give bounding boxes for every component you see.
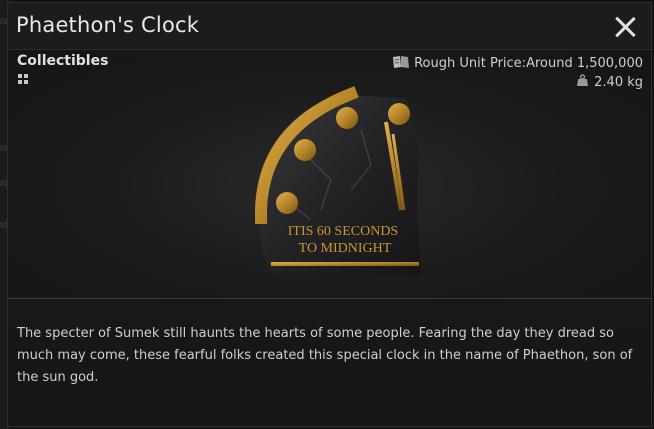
weight-icon <box>577 74 589 86</box>
close-icon[interactable] <box>613 15 637 39</box>
rough-unit-price: Rough Unit Price:Around 1,500,000 <box>392 55 643 71</box>
weight-text: 2.40 kg <box>594 75 643 90</box>
clock-stud <box>388 103 410 125</box>
clock-stud <box>336 107 358 129</box>
item-info-window: Phaethon's Clock ITIS 60 SECONDS TO MIDN… <box>7 2 652 427</box>
window-title: Phaethon's Clock <box>16 13 200 37</box>
item-description: The specter of Sumek still haunts the he… <box>17 326 633 385</box>
window-header: Phaethon's Clock <box>8 3 651 50</box>
divider <box>8 298 651 299</box>
item-category: Collectibles <box>17 53 109 69</box>
price-text: Rough Unit Price:Around 1,500,000 <box>414 56 643 71</box>
base-plate <box>271 262 419 266</box>
inscription-line-1: ITIS 60 SECONDS <box>288 224 398 239</box>
item-image: ITIS 60 SECONDS TO MIDNIGHT <box>254 86 421 275</box>
clock-stud <box>294 139 316 161</box>
book-icon <box>393 56 410 68</box>
item-weight: 2.40 kg <box>576 74 643 90</box>
inscription-line-2: TO MIDNIGHT <box>299 241 392 256</box>
clock-stud <box>276 192 298 214</box>
grid-icon <box>18 74 28 84</box>
item-image-area: ITIS 60 SECONDS TO MIDNIGHT <box>8 50 651 298</box>
